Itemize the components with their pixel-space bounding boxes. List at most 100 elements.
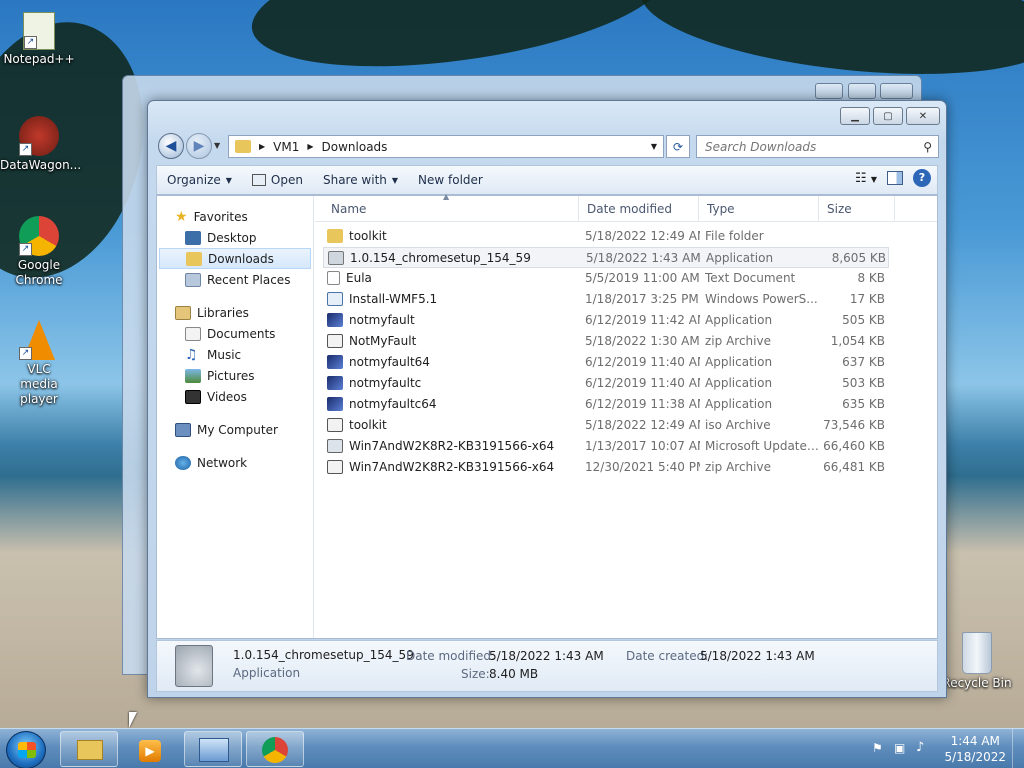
explorer-window[interactable]: ▁ ▢ ✕ ◀ ▶ ▼ ▶ VM1 ▶ Downloads ▼ ⟳ ⚲ Orga… [147,100,947,698]
open-button[interactable]: Open [242,167,313,193]
file-row[interactable]: Win7AndW2K8R2-KB3191566-x64 1/13/2017 10… [323,436,889,457]
nav-music[interactable]: ♫ Music [157,344,313,365]
nav-videos[interactable]: Videos [157,386,313,407]
control-panel-icon [199,738,229,762]
search-icon[interactable]: ⚲ [923,140,932,154]
share-with-button[interactable]: Share with ▼ [313,167,408,193]
nav-my-computer[interactable]: My Computer [157,419,313,440]
nav-libraries[interactable]: Libraries [157,302,313,323]
file-row[interactable]: Install-WMF5.1 1/18/2017 3:25 PM Windows… [323,289,889,310]
windows-logo-icon [18,742,36,758]
address-dropdown-icon[interactable]: ▼ [651,142,657,151]
file-row[interactable]: toolkit 5/18/2022 12:49 AM File folder [323,226,889,247]
nav-pictures[interactable]: Pictures [157,365,313,386]
nav-network[interactable]: Network [157,452,313,473]
iso-archive-icon [327,418,343,432]
file-row[interactable]: Win7AndW2K8R2-KB3191566-x64 12/30/2021 5… [323,457,889,478]
notepadpp-icon: ↗ [23,12,55,50]
breadcrumb-separator-icon[interactable]: ▶ [307,142,313,151]
file-row[interactable]: notmyfaultc64 6/12/2019 11:38 AM Applica… [323,394,889,415]
desktop-icon-label: VLC media player [20,362,58,406]
back-button[interactable]: ◀ [158,133,184,159]
file-row[interactable]: notmyfault64 6/12/2019 11:40 AM Applicat… [323,352,889,373]
breadcrumb-vm1[interactable]: VM1 [273,140,299,154]
navigation-pane: ★ Favorites Desktop Downloads Recent Plac… [157,196,314,638]
chevron-down-icon: ▼ [391,175,399,185]
application-icon [327,397,343,411]
media-player-icon: ▶ [139,740,161,762]
close-button[interactable]: ✕ [906,107,940,125]
selected-file-icon [175,645,213,687]
column-header-size[interactable]: Size [819,196,895,222]
zip-archive-icon [327,334,343,348]
taskbar-chrome[interactable] [246,731,304,767]
volume-icon[interactable]: ♪ [916,740,924,755]
command-bar: Organize ▼ Open Share with ▼ New folder ☷ … [156,165,938,195]
file-row[interactable]: NotMyFault 5/18/2022 1:30 AM zip Archive… [323,331,889,352]
desktop-icon-datawagon[interactable]: ↗ DataWagon... [0,116,81,173]
search-box[interactable]: ⚲ [696,135,939,158]
search-input[interactable] [705,139,905,154]
desktop-icon-chrome[interactable]: ↗ Google Chrome [0,216,78,288]
view-controls: ☷ ▼ ? [855,169,931,187]
taskbar-explorer[interactable] [60,731,118,767]
nav-desktop[interactable]: Desktop [157,227,313,248]
start-button[interactable] [6,731,46,768]
network-status-icon[interactable]: ▣ [894,741,905,755]
help-icon[interactable]: ? [913,169,931,187]
desktop-icon-vlc[interactable]: ↗ VLC media player [0,320,78,407]
organize-button[interactable]: Organize ▼ [157,167,242,193]
file-row-selected[interactable]: 1.0.154_chromesetup_154_59 5/18/2022 1:4… [323,247,889,268]
nav-recent-places[interactable]: Recent Places [157,269,313,290]
file-row[interactable]: notmyfault 6/12/2019 11:42 AM Applicatio… [323,310,889,331]
file-row[interactable]: notmyfaultc 6/12/2019 11:40 AM Applicati… [323,373,889,394]
system-tray: ⚑ ▣ ♪ 1:44 AM 5/18/2022 [864,729,1024,768]
application-icon [327,376,343,390]
recent-pages-chevron-icon[interactable]: ▼ [214,141,220,150]
preview-pane-icon[interactable] [887,171,903,185]
file-row[interactable]: Eula 5/5/2019 11:00 AM Text Document 8 K… [323,268,889,289]
folder-icon [235,140,251,153]
documents-icon [185,326,201,341]
column-header-date[interactable]: Date modified [579,196,699,222]
file-row[interactable]: toolkit 5/18/2022 12:49 AM iso Archive 7… [323,415,889,436]
show-desktop-button[interactable] [1012,729,1024,768]
column-headers: Name ▲ Date modified Type Size [315,192,937,222]
refresh-button[interactable]: ⟳ [666,135,690,158]
maximize-button[interactable] [848,83,876,99]
downloads-folder-icon [186,251,202,266]
clock[interactable]: 1:44 AM 5/18/2022 [944,733,1006,765]
content-area: ★ Favorites Desktop Downloads Recent Plac… [156,192,938,639]
desktop-icon-recycle-bin[interactable]: Recycle Bin [938,632,1016,691]
nav-documents[interactable]: Documents [157,323,313,344]
minimize-button[interactable] [815,83,843,99]
column-header-name[interactable]: Name [323,196,579,222]
sort-ascending-icon: ▲ [443,192,450,201]
nav-downloads[interactable]: Downloads [159,248,311,269]
taskbar-control-panel[interactable] [184,731,242,767]
window-caption-buttons: ▁ ▢ ✕ [840,107,940,125]
desktop-icon [185,230,201,245]
column-header-type[interactable]: Type [699,196,819,222]
folder-icon [77,740,103,760]
desktop-icon-label: Google Chrome [15,258,63,287]
pictures-icon [185,368,201,383]
taskbar-media-player[interactable]: ▶ [122,731,180,767]
address-bar[interactable]: ▶ VM1 ▶ Downloads ▼ [228,135,664,158]
desktop-icon-notepadpp[interactable]: ↗ Notepad++ [0,12,78,67]
details-file-name: 1.0.154_chromesetup_154_59 [233,648,414,662]
taskbar: ▶ ⚑ ▣ ♪ 1:44 AM 5/18/2022 [0,728,1024,768]
breadcrumb-separator-icon[interactable]: ▶ [259,142,265,151]
action-center-icon[interactable]: ⚑ [872,741,883,755]
view-options-icon[interactable]: ☷ ▼ [855,171,877,186]
maximize-button[interactable]: ▢ [873,107,903,125]
forward-button[interactable]: ▶ [186,133,212,159]
nav-favorites[interactable]: ★ Favorites [157,206,313,227]
new-folder-button[interactable]: New folder [408,167,493,193]
zip-archive-icon [327,460,343,474]
close-button[interactable] [880,83,913,99]
details-date-created: 5/18/2022 1:43 AM [700,649,815,663]
details-size: 8.40 MB [489,667,539,681]
breadcrumb-downloads[interactable]: Downloads [322,140,388,154]
minimize-button[interactable]: ▁ [840,107,870,125]
